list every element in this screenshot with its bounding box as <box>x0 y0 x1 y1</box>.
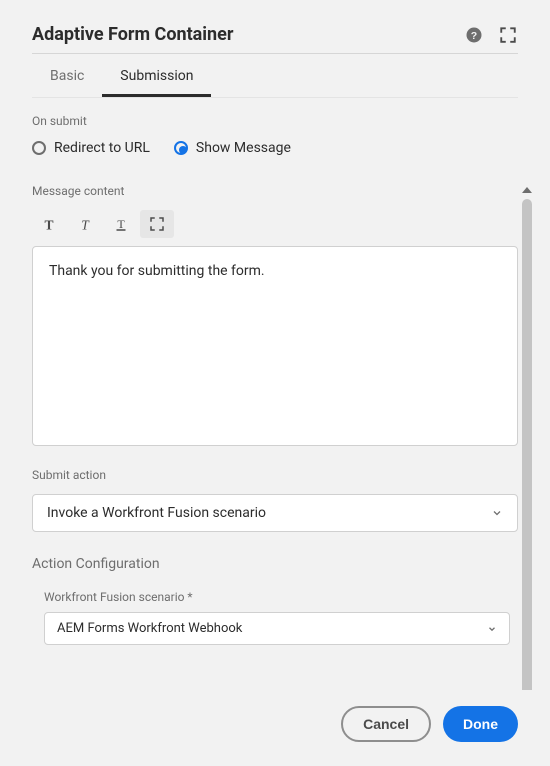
tab-bar: Basic Submission <box>32 54 518 98</box>
tab-submission[interactable]: Submission <box>102 54 211 97</box>
select-value: Invoke a Workfront Fusion scenario <box>47 505 266 521</box>
help-icon[interactable]: ? <box>464 25 484 45</box>
radio-icon <box>32 141 46 155</box>
done-button[interactable]: Done <box>443 706 518 742</box>
svg-text:?: ? <box>471 29 477 41</box>
bold-button[interactable]: T <box>32 210 66 238</box>
radio-label: Show Message <box>196 140 291 156</box>
message-content-editor[interactable]: Thank you for submitting the form. <box>32 246 518 446</box>
radio-label: Redirect to URL <box>54 140 150 156</box>
expand-editor-button[interactable] <box>140 210 174 238</box>
message-content-label: Message content <box>32 184 518 198</box>
dialog-title: Adaptive Form Container <box>32 24 233 45</box>
svg-text:T: T <box>117 217 125 231</box>
chevron-down-icon <box>491 507 503 519</box>
submit-action-select[interactable]: Invoke a Workfront Fusion scenario <box>32 494 518 532</box>
on-submit-label: On submit <box>32 114 518 128</box>
tab-basic[interactable]: Basic <box>32 54 102 97</box>
scroll-thumb[interactable] <box>522 199 532 708</box>
select-value: AEM Forms Workfront Webhook <box>57 621 242 636</box>
scroll-up-arrow[interactable] <box>522 187 532 193</box>
workfront-scenario-select[interactable]: AEM Forms Workfront Webhook <box>44 612 510 645</box>
chevron-down-icon <box>487 624 497 634</box>
radio-icon <box>174 141 188 155</box>
action-configuration-header: Action Configuration <box>32 556 518 572</box>
underline-button[interactable]: T <box>104 210 138 238</box>
workfront-scenario-label: Workfront Fusion scenario * <box>44 590 518 604</box>
rich-text-toolbar: T T T <box>32 210 518 238</box>
fullscreen-icon[interactable] <box>498 25 518 45</box>
vertical-scrollbar[interactable] <box>518 183 536 708</box>
svg-text:T: T <box>44 217 53 232</box>
radio-redirect-url[interactable]: Redirect to URL <box>32 140 150 156</box>
cancel-button[interactable]: Cancel <box>341 706 431 742</box>
italic-button[interactable]: T <box>68 210 102 238</box>
radio-show-message[interactable]: Show Message <box>174 140 291 156</box>
svg-text:T: T <box>81 217 90 232</box>
submit-action-label: Submit action <box>32 468 518 482</box>
